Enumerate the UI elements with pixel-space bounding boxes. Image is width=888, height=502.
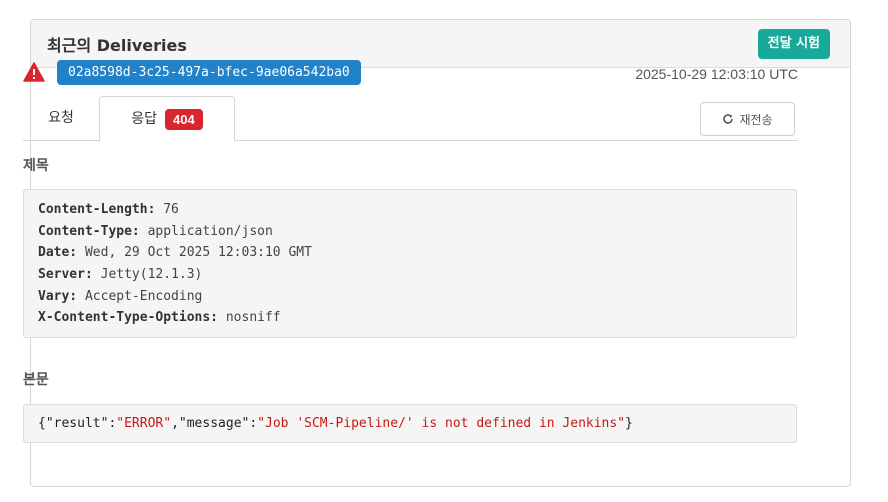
response-body-box: {"result":"ERROR","message":"Job 'SCM-Pi… xyxy=(23,404,797,443)
json-value-message: "Job 'SCM-Pipeline/' is not defined in J… xyxy=(257,416,626,431)
header-key: Content-Length: xyxy=(38,202,156,217)
header-line: Content-Type: application/json xyxy=(38,221,782,243)
test-delivery-button[interactable]: 전달 시험 xyxy=(757,28,830,59)
header-value: Accept-Encoding xyxy=(84,288,203,304)
header-value: application/json xyxy=(147,223,273,239)
json-key-result: "result" xyxy=(45,416,109,431)
delivery-timestamp: 2025-10-29 12:03:10 UTC xyxy=(635,66,798,82)
status-code-badge: 404 xyxy=(165,108,203,130)
header-key: X-Content-Type-Options: xyxy=(38,310,219,326)
header-value: nosniff xyxy=(225,310,281,326)
header-line: Content-Length: 76 xyxy=(38,199,782,221)
redeliver-label: 재전송 xyxy=(739,112,773,127)
header-key: Vary: xyxy=(38,288,78,304)
headers-section-label: 제목 xyxy=(23,158,49,174)
json-colon: : xyxy=(249,416,258,431)
json-brace-close: } xyxy=(625,416,633,431)
json-comma: , xyxy=(171,416,179,431)
body-section-label: 본문 xyxy=(23,372,49,388)
header-key: Server: xyxy=(38,267,93,283)
header-line: Vary: Accept-Encoding xyxy=(38,286,782,308)
header-key: Content-Type: xyxy=(38,223,140,239)
redeliver-button[interactable]: 재전송 xyxy=(700,102,795,136)
delivery-row: 02a8598d-3c25-497a-bfec-9ae06a542ba0 202… xyxy=(23,60,798,86)
header-line: Server: Jetty(12.1.3) xyxy=(38,264,782,286)
header-line: Date: Wed, 29 Oct 2025 12:03:10 GMT xyxy=(38,242,782,264)
delivery-guid-badge[interactable]: 02a8598d-3c25-497a-bfec-9ae06a542ba0 xyxy=(57,60,361,85)
warning-triangle-icon xyxy=(23,62,45,82)
json-brace-open: { xyxy=(38,416,46,431)
json-value-result: "ERROR" xyxy=(116,416,172,431)
header-value: Jetty(12.1.3) xyxy=(100,267,203,283)
panel-title: 최근의 Deliveries xyxy=(47,35,187,55)
response-headers-box: Content-Length: 76 Content-Type: applica… xyxy=(23,189,797,338)
header-key: Date: xyxy=(38,245,78,261)
json-key-message: "message" xyxy=(178,416,250,431)
tab-request[interactable]: 요청 xyxy=(23,96,99,141)
refresh-icon xyxy=(723,114,734,124)
header-value: 76 xyxy=(163,202,179,217)
header-value: Wed, 29 Oct 2025 12:03:10 GMT xyxy=(84,245,312,261)
tab-response[interactable]: 응답 404 xyxy=(99,96,235,142)
delivery-tabs: 요청 응답 404 재전송 xyxy=(23,96,798,142)
tab-response-label: 응답 xyxy=(131,110,158,127)
header-line: X-Content-Type-Options: nosniff xyxy=(38,307,782,329)
